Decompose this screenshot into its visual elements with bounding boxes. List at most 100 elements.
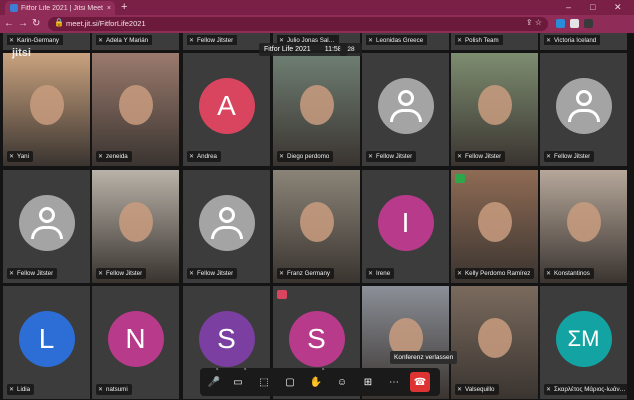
microphone-button[interactable]: 🎤 bbox=[204, 372, 224, 392]
participant-name: Polish Team bbox=[465, 36, 499, 44]
participants-icon: ☺ bbox=[336, 376, 348, 388]
video-tile[interactable]: ✕ Franz Germany bbox=[273, 170, 360, 283]
screenshare-button[interactable]: ⬚ bbox=[254, 372, 274, 392]
participant-name: Konstantinos bbox=[554, 270, 590, 277]
video-tile[interactable]: A ✕ Andrea bbox=[183, 53, 270, 166]
participant-name-tag: ✕ Diego perdomo bbox=[277, 151, 334, 162]
jitsi-logo: jitsi bbox=[12, 47, 31, 59]
participant-name: Fellow Jitster bbox=[554, 153, 591, 160]
default-avatar-icon bbox=[18, 194, 75, 251]
camera-options-caret[interactable]: ^ bbox=[244, 368, 246, 374]
mic-off-icon: ✕ bbox=[457, 154, 463, 160]
video-tile[interactable]: ✕ Valsequillo bbox=[451, 286, 538, 399]
video-tile[interactable]: ✕ Fellow Jitster bbox=[362, 53, 449, 166]
participant-name: Adela Y Marián bbox=[106, 36, 149, 44]
video-tile[interactable]: L ✕ Lidia bbox=[3, 286, 90, 399]
tab-close-icon[interactable]: × bbox=[103, 5, 115, 12]
avatar-head bbox=[575, 89, 592, 106]
participant-face bbox=[566, 201, 601, 242]
participant-name: Fellow Jitster bbox=[376, 153, 413, 160]
chat-button[interactable]: ▢ bbox=[280, 372, 300, 392]
bookmark-star-icon[interactable]: ⇪ ☆ bbox=[526, 18, 542, 27]
more-actions-button[interactable]: ⋯ bbox=[384, 372, 404, 392]
media-icon[interactable] bbox=[584, 19, 593, 28]
participant-name-tag: ✕ Victoria Iceland bbox=[544, 35, 601, 45]
address-bar[interactable]: 🔒 meet.jit.si/FitforLife2021 ⇪ ☆ bbox=[48, 17, 548, 31]
mic-off-icon: ✕ bbox=[189, 154, 195, 160]
hangup-button[interactable]: ☎ bbox=[410, 372, 430, 392]
puzzle-extension-icon[interactable] bbox=[570, 19, 579, 28]
video-tile[interactable]: ✕ Konstantinos bbox=[540, 170, 627, 283]
forward-button[interactable]: → bbox=[18, 18, 28, 29]
participant-name-tag: ✕ Fellow Jitster bbox=[96, 268, 147, 279]
video-tile[interactable]: N ✕ natsumi bbox=[92, 286, 179, 399]
participant-name: Victoria Iceland bbox=[554, 36, 597, 44]
participant-name-tag: ✕ Karin-Germany bbox=[7, 35, 63, 45]
mic-off-icon: ✕ bbox=[189, 271, 195, 277]
window-close-button[interactable]: ✕ bbox=[614, 2, 622, 13]
participant-name-tag: ✕ Yani bbox=[7, 151, 33, 162]
mic-options-caret[interactable]: ^ bbox=[216, 368, 218, 374]
video-tile[interactable]: ✕ Yani bbox=[3, 53, 90, 166]
mic-off-icon: ✕ bbox=[9, 37, 15, 44]
participants-button[interactable]: ☺ bbox=[332, 372, 352, 392]
tile-view-button[interactable]: ⊞ bbox=[358, 372, 378, 392]
video-tile[interactable]: ✕ zeneida bbox=[92, 53, 179, 166]
reload-button[interactable]: ↻ bbox=[32, 18, 40, 29]
video-tile[interactable]: ✕ Adela Y Marián bbox=[92, 33, 179, 50]
participant-video bbox=[3, 53, 90, 166]
camera-button[interactable]: ▭ bbox=[228, 372, 248, 392]
extension-icon[interactable] bbox=[556, 19, 565, 28]
chat-icon: ▢ bbox=[285, 376, 295, 388]
participant-video bbox=[92, 53, 179, 166]
video-tile[interactable]: I ✕ Irene bbox=[362, 170, 449, 283]
participant-name: Yani bbox=[17, 153, 29, 160]
participant-face bbox=[118, 84, 153, 125]
video-tile[interactable]: ✕ Fellow Jitster bbox=[183, 170, 270, 283]
mic-off-icon: ✕ bbox=[457, 271, 463, 277]
connection-indicator-icon[interactable] bbox=[455, 174, 465, 183]
more-icon: ⋯ bbox=[389, 376, 399, 388]
video-tile[interactable]: ✕ Fellow Jitster bbox=[183, 33, 270, 50]
initials-avatar: S bbox=[288, 310, 345, 367]
default-avatar-icon bbox=[555, 77, 612, 134]
tab-favicon-icon bbox=[10, 4, 18, 12]
initials-avatar: ΣΜ bbox=[555, 310, 612, 367]
connection-indicator-icon[interactable] bbox=[277, 290, 287, 299]
participant-name: Fellow Jitster bbox=[106, 270, 143, 277]
mic-off-icon: ✕ bbox=[9, 271, 15, 277]
video-tile[interactable]: ✕ Polish Team bbox=[451, 33, 538, 50]
browser-tab[interactable]: Fitfor Life 2021 | Jitsi Meet × bbox=[5, 1, 115, 15]
participant-name-tag: ✕ Leonidas Greece bbox=[366, 35, 428, 45]
participant-name-tag: ✕ Irene bbox=[366, 268, 395, 279]
participant-face bbox=[29, 84, 64, 125]
participant-name-tag: ✕ Konstantinos bbox=[544, 268, 594, 279]
video-tile[interactable]: ✕ Fellow Jitster bbox=[540, 53, 627, 166]
participant-count-badge[interactable]: 28 bbox=[340, 43, 362, 56]
raise-hand-button[interactable]: ✋ bbox=[306, 372, 326, 392]
reactions-caret[interactable]: ^ bbox=[322, 368, 324, 374]
video-tile[interactable]: ✕ Diego perdomo bbox=[273, 53, 360, 166]
browser-toolbar: ← → ↻ 🔒 meet.jit.si/FitforLife2021 ⇪ ☆ ⋮ bbox=[0, 15, 634, 44]
participant-name-tag: ✕ Lidia bbox=[7, 384, 35, 395]
back-button[interactable]: ← bbox=[4, 18, 14, 29]
maximize-button[interactable]: □ bbox=[590, 2, 595, 12]
initials-avatar: S bbox=[198, 310, 255, 367]
participant-video bbox=[273, 170, 360, 283]
lock-icon[interactable]: 🔒 bbox=[54, 18, 64, 27]
participant-name-tag: ✕ Fellow Jitster bbox=[455, 151, 506, 162]
participant-name-tag: ✕ Fellow Jitster bbox=[7, 268, 58, 279]
participant-name: Irene bbox=[376, 270, 391, 277]
minimize-button[interactable]: – bbox=[566, 2, 571, 12]
mic-off-icon: ✕ bbox=[546, 154, 552, 160]
participant-name: natsumi bbox=[106, 386, 128, 393]
video-tile[interactable]: ✕ Fellow Jitster bbox=[92, 170, 179, 283]
video-tile[interactable]: ✕ Fellow Jitster bbox=[451, 53, 538, 166]
video-tile[interactable]: ΣΜ ✕ Σκαρλέτος Μάριος-Ιωάν… bbox=[540, 286, 627, 399]
new-tab-button[interactable]: + bbox=[121, 1, 127, 13]
video-tile[interactable]: ✕ Fellow Jitster bbox=[3, 170, 90, 283]
video-tile[interactable]: ✕ Kelly Perdomo Ramírez bbox=[451, 170, 538, 283]
mic-off-icon: ✕ bbox=[279, 154, 285, 160]
video-tile[interactable]: ✕ Leonidas Greece bbox=[362, 33, 449, 50]
video-tile[interactable]: ✕ Victoria Iceland bbox=[540, 33, 627, 50]
